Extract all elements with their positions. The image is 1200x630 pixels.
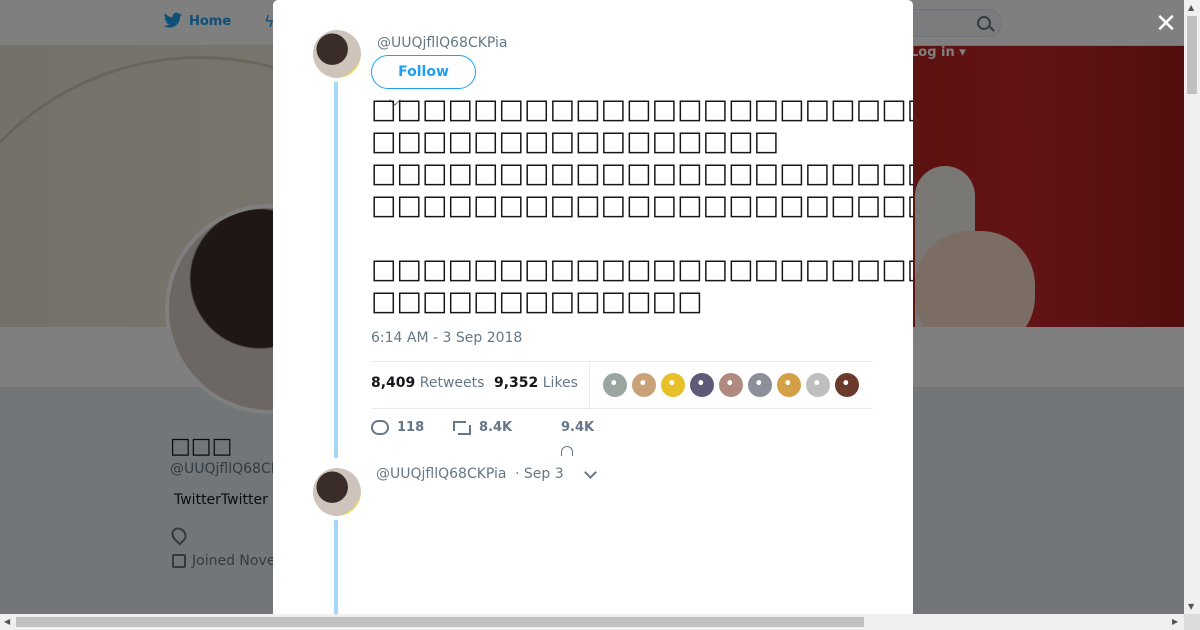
reply-icon — [371, 420, 389, 435]
liker-avatar[interactable] — [603, 373, 627, 397]
liker-avatar[interactable] — [806, 373, 830, 397]
tweet-author-avatar[interactable] — [313, 30, 361, 78]
scroll-up-arrow[interactable]: ▲ — [1188, 3, 1194, 12]
likes-stat[interactable]: 9,352 Likes — [494, 375, 578, 391]
vertical-scroll-thumb[interactable] — [1187, 16, 1197, 94]
reply-author-handle[interactable]: @UUQjfllQ68CKPia — [376, 466, 507, 482]
tweet-text: □□□□□□□□□□□□□□□□□□□□□ □□□□□ □□□□□□□□□□□ □□… — [371, 94, 913, 317]
liker-avatar[interactable] — [661, 373, 685, 397]
tweet-modal: @UUQjfllQ68CKPia Follow □□□□□□□□□□□□□□□□… — [273, 0, 913, 614]
horizontal-scroll-thumb[interactable] — [16, 617, 864, 627]
liker-avatar[interactable] — [835, 373, 859, 397]
retweets-stat[interactable]: 8,409 Retweets — [371, 375, 484, 391]
thread-line — [334, 82, 338, 458]
scroll-left-arrow[interactable]: ◀ — [4, 617, 10, 626]
horizontal-scrollbar[interactable]: ◀ ▶ — [0, 614, 1184, 630]
likers-avatars — [603, 373, 859, 397]
retweet-icon — [453, 420, 471, 435]
reply-author-avatar[interactable] — [313, 468, 361, 516]
tweet-timestamp[interactable]: 6:14 AM - 3 Sep 2018 — [371, 330, 522, 346]
tweet-actions: 118 8.4K 9.4K — [371, 420, 671, 456]
chevron-down-icon[interactable] — [584, 466, 597, 479]
reply-button[interactable]: 118 — [371, 420, 424, 435]
liker-avatar[interactable] — [690, 373, 714, 397]
close-icon[interactable]: ✕ — [1154, 11, 1178, 37]
liker-avatar[interactable] — [632, 373, 656, 397]
liker-avatar[interactable] — [777, 373, 801, 397]
liker-avatar[interactable] — [719, 373, 743, 397]
liker-avatar[interactable] — [748, 373, 772, 397]
heart-icon[interactable] — [561, 446, 573, 456]
reply-date[interactable]: · Sep 3 — [515, 466, 564, 482]
vertical-scrollbar[interactable]: ▲ ▼ — [1184, 0, 1200, 614]
retweet-button[interactable]: 8.4K — [453, 420, 512, 435]
scroll-down-arrow[interactable]: ▼ — [1188, 602, 1194, 611]
tweet-author-handle[interactable]: @UUQjfllQ68CKPia — [377, 35, 508, 51]
like-button[interactable]: 9.4K — [561, 420, 594, 435]
follow-button[interactable]: Follow — [371, 55, 476, 89]
scroll-right-arrow[interactable]: ▶ — [1172, 617, 1178, 626]
reply-thread-line — [334, 520, 338, 614]
tweet-stats: 8,409 Retweets 9,352 Likes — [371, 361, 873, 410]
